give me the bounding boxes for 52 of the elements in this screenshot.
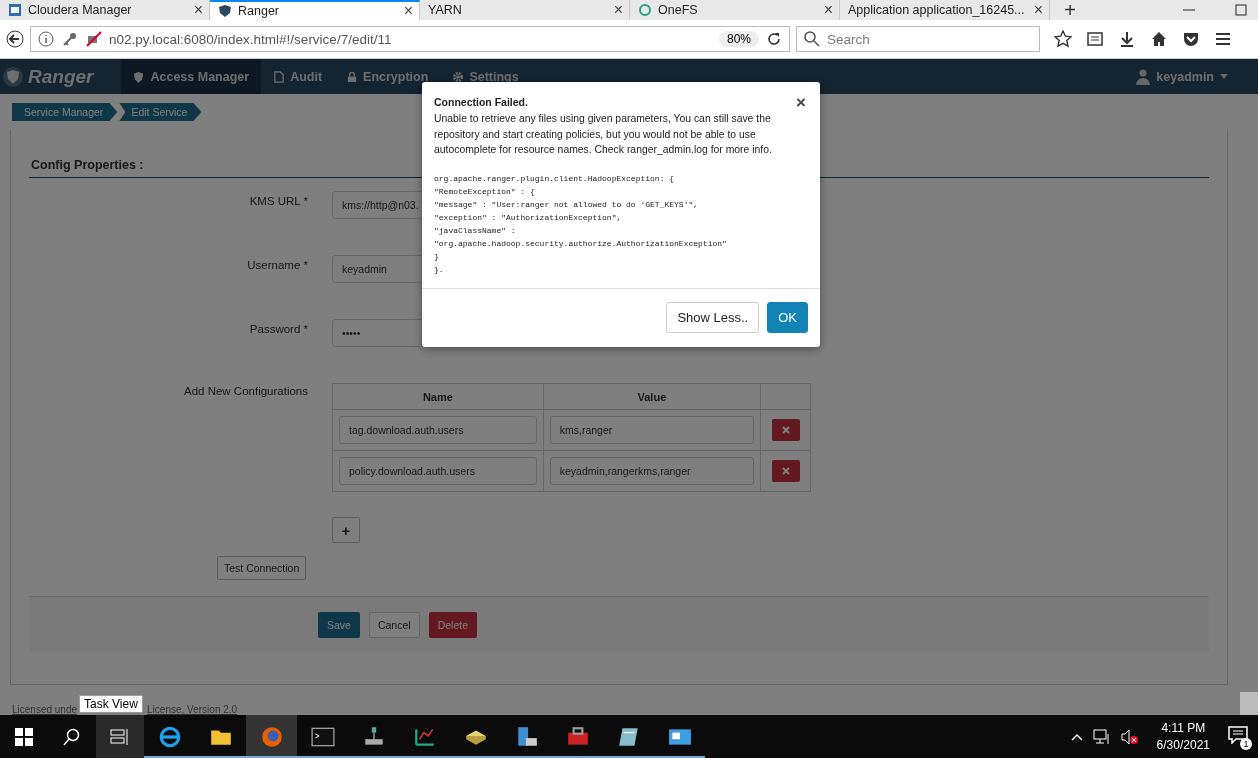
tab-title: Cloudera Manager [28,3,133,17]
zoom-level[interactable]: 80% [718,31,759,47]
notification-button[interactable]: 1 [1228,725,1250,748]
field-label: Username * [246,258,308,271]
ok-button[interactable]: OK [767,301,808,333]
browser-tab[interactable]: OneFS × [630,0,840,20]
search-field[interactable]: Search [796,26,1040,52]
field-label: Password * [248,322,308,335]
text-field[interactable]: tag.download.auth.users [339,416,537,444]
license-link[interactable]: License, Version 2.0 [147,704,238,715]
breadcrumb-link[interactable]: Service Manager [12,103,118,121]
delete-button[interactable]: Delete [428,611,477,638]
brand-name: Ranger [28,65,94,88]
user-menu[interactable]: keyadmin [1136,59,1258,94]
close-tab-button[interactable]: × [613,2,623,18]
close-button[interactable]: × [796,94,806,111]
dialog-title: Connection Failed. [434,96,528,108]
show-less-button[interactable]: Show Less.. [666,301,760,333]
browser-tab[interactable]: Application application_16245... × [840,0,1050,20]
nav-tab[interactable]: Settings [440,59,531,94]
brand-logo[interactable]: Ranger [0,59,122,94]
new-tab-button[interactable]: + [1050,0,1090,20]
tooltip: Task View [79,695,143,713]
column-header: Value [543,383,761,410]
field-label: Add New Configurations [183,384,308,399]
browser-tab[interactable]: YARN × [420,0,630,20]
nav-tab[interactable]: Audit [261,59,335,94]
breadcrumb-link[interactable]: Edit Service [119,103,202,121]
close-tab-button[interactable]: × [193,2,203,18]
test-connection-button[interactable]: Test Connection [217,556,307,580]
text-field[interactable]: policy.download.auth.users [339,457,537,485]
browser-tab[interactable]: Ranger × [210,0,420,20]
nav-tab[interactable]: Encryption [334,59,441,94]
license-link[interactable]: Licensed unde [12,704,78,715]
address-bar[interactable]: n02.py.local:6080/index.html#!/service/7/edit/11 80% [30,26,790,52]
cancel-button[interactable]: Cancel [368,611,420,638]
tab-title: OneFS [658,3,699,17]
close-tab-button[interactable]: × [1033,2,1043,18]
url-text: n02.py.local:6080/index.html#!/service/7/edit/11 [109,31,393,47]
clock[interactable]: 4:11 PM 6/30/2021 [1148,719,1218,754]
tab-title: Ranger [238,4,280,18]
tab-title: YARN [428,3,463,17]
close-tab-button[interactable]: × [403,3,413,19]
save-button[interactable]: Save [318,611,360,638]
text-field[interactable]: keyadmin,rangerkms,ranger [549,457,754,485]
nav-tab[interactable]: Access Manager [121,59,262,94]
text-field[interactable]: kms,ranger [549,416,754,444]
column-header: Name [332,383,544,410]
tab-title: Application application_16245... [848,3,1026,17]
add-button[interactable]: + [332,517,360,543]
field-label: KMS URL * [248,194,308,207]
close-tab-button[interactable]: × [823,2,833,18]
